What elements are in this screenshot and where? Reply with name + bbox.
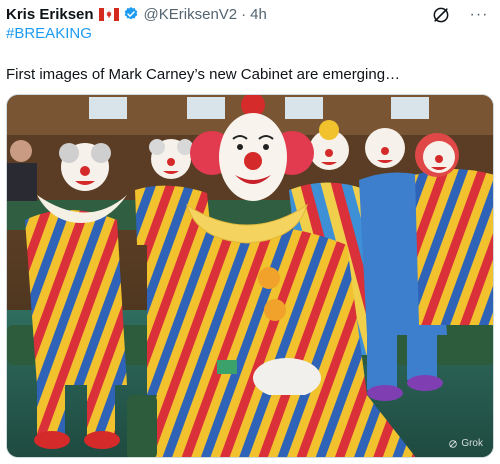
- header-actions: ···: [430, 4, 490, 26]
- hashtag-link[interactable]: #BREAKING: [6, 25, 92, 42]
- grok-watermark-icon: [449, 439, 458, 448]
- canada-flag-icon: [98, 7, 119, 21]
- grok-watermark: Grok: [448, 438, 483, 449]
- author-handle[interactable]: @KEriksenV2: [144, 6, 238, 23]
- separator-dot: ·: [241, 5, 247, 23]
- more-icon[interactable]: ···: [468, 4, 490, 26]
- tweet-text: First images of Mark Carney’s new Cabine…: [6, 66, 401, 83]
- grok-watermark-label: Grok: [461, 438, 483, 449]
- grok-icon[interactable]: [430, 4, 452, 26]
- tweet-time[interactable]: 4h: [250, 6, 267, 23]
- verified-badge-icon: [123, 6, 139, 22]
- author-name[interactable]: Kris Eriksen: [6, 6, 94, 23]
- tweet-image[interactable]: Grok: [6, 94, 494, 458]
- clown-cabinet-illustration: [7, 95, 493, 457]
- tweet-header: Kris Eriksen @KEriksenV2 · 4h ···: [6, 4, 494, 24]
